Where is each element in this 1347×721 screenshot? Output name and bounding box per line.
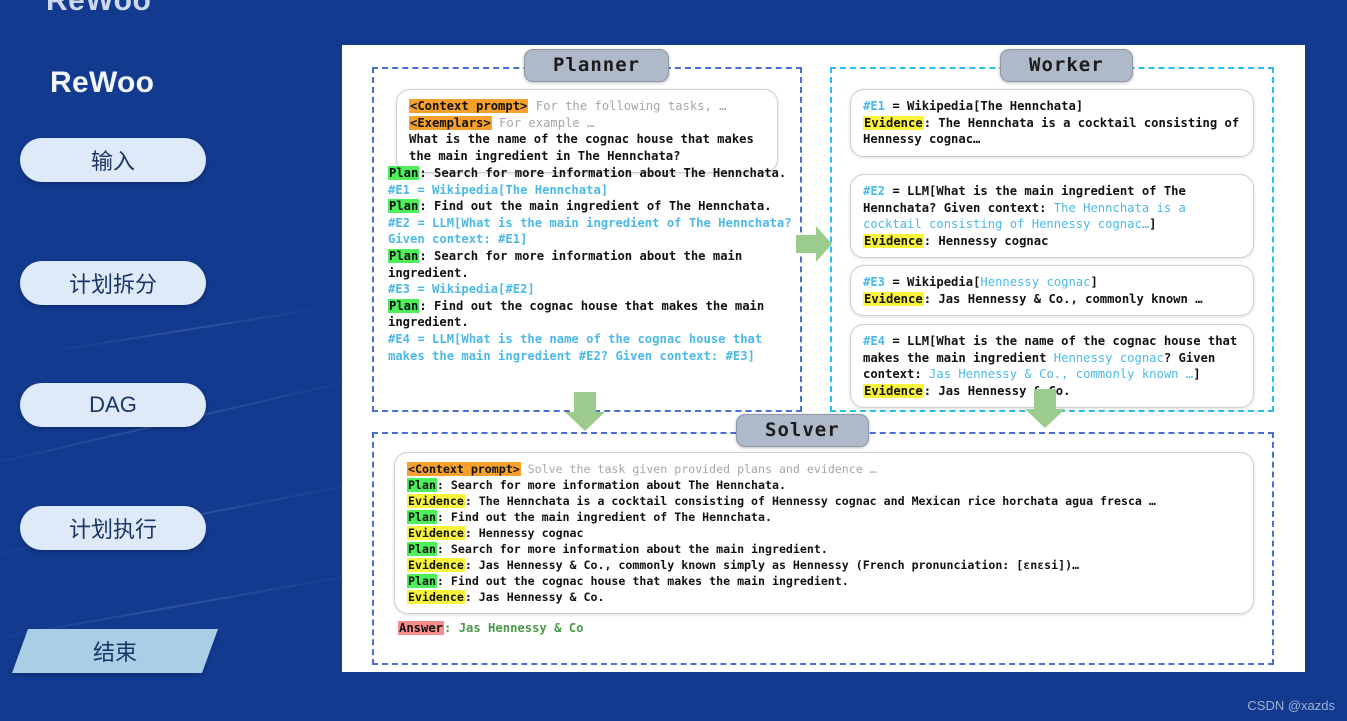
evidence-label: Evidence xyxy=(863,383,924,398)
context-prompt-text: For the following tasks, … xyxy=(535,99,727,113)
solver-line: Plan: Find out the main ingredient of Th… xyxy=(407,509,1241,525)
exemplars-tag: <Exemplars> xyxy=(409,115,492,130)
sidebar-item-plan-split[interactable]: 计划拆分 xyxy=(20,261,206,305)
worker-panel: Worker #E1 = Wikipedia[The Hennchata] Ev… xyxy=(830,49,1274,412)
worker-call-context-ref: Hennessy cognac xyxy=(980,275,1091,289)
arrow-worker-to-solver-icon xyxy=(1022,387,1068,431)
evidence-label: Evidence xyxy=(407,558,465,572)
sidebar-item-dag[interactable]: DAG xyxy=(20,383,206,427)
sidebar-item-label: 输入 xyxy=(90,149,135,174)
plan-label: Plan xyxy=(388,298,420,313)
solver-text: <Context prompt> Solve the task given pr… xyxy=(407,461,1241,605)
solver-line: Evidence: The Hennchata is a cocktail co… xyxy=(407,493,1241,509)
evidence-label: Evidence xyxy=(863,115,924,130)
worker-call-body: = Wikipedia[The Hennchata] xyxy=(885,99,1084,113)
worker-call-tail: ] xyxy=(1149,217,1157,232)
planner-title-badge: Planner xyxy=(524,49,670,82)
arrow-planner-to-solver-icon xyxy=(562,390,608,434)
context-prompt-tag: <Context prompt> xyxy=(409,99,529,113)
plan-label: Plan xyxy=(407,478,437,492)
plan-label: Plan xyxy=(407,510,437,524)
planner-panel: Planner <Context prompt> For the followi… xyxy=(372,49,802,412)
evidence-label: Evidence xyxy=(407,590,465,604)
solver-line-text: : Jas Hennessy & Co., commonly known sim… xyxy=(464,558,1080,572)
plan-label: Plan xyxy=(407,574,437,588)
solver-line-text: : Search for more information about The … xyxy=(436,478,786,492)
plan-label: Plan xyxy=(388,248,420,263)
plan-step-text: : Find out the main ingredient of The He… xyxy=(419,199,772,214)
solver-line-text: : Find out the cognac house that makes t… xyxy=(436,574,849,588)
plan-step-text: : Search for more information about The … xyxy=(419,166,787,180)
worker-call-ref: #E4 xyxy=(863,334,886,348)
solver-title-badge: Solver xyxy=(736,414,869,447)
worker-card-e2: #E2 = LLM[What is the main ingredient of… xyxy=(850,174,1254,259)
planner-prompt-text: <Context prompt> For the following tasks… xyxy=(409,98,765,164)
solver-line: Plan: Search for more information about … xyxy=(407,477,1241,493)
worker-call-context-ref2: Jas Hennessy & Co., commonly known … xyxy=(929,367,1194,382)
sidebar-item-label: DAG xyxy=(89,392,137,417)
solver-line-text: : Jas Hennessy & Co. xyxy=(464,590,605,604)
sidebar-item-label: 计划拆分 xyxy=(68,272,157,297)
worker-call-ref: #E2 xyxy=(863,184,886,198)
solver-line-text: : Find out the main ingredient of The He… xyxy=(436,510,772,524)
evidence-label: Evidence xyxy=(863,291,924,306)
sidebar: ReWoo 输入 计划拆分 DAG 计划执行 结束 xyxy=(0,0,342,721)
solver-line: Evidence: Hennessy cognac xyxy=(407,525,1241,541)
plan-step-call: #E1 = Wikipedia[The Hennchata] xyxy=(388,182,609,197)
worker-call-tail: ] xyxy=(1090,275,1098,289)
context-prompt-text: Solve the task given provided plans and … xyxy=(527,462,877,476)
plan-step-text: : Search for more information about the … xyxy=(388,248,743,280)
sidebar-item-label: 结束 xyxy=(92,640,137,665)
sidebar-item-label: 计划执行 xyxy=(68,517,157,542)
solver-line-text: : The Hennchata is a cocktail consisting… xyxy=(464,494,1156,508)
sidebar-item-plan-execute[interactable]: 计划执行 xyxy=(20,506,206,550)
solver-answer-row: Answer: Jas Hennessy & Co xyxy=(398,620,583,637)
diagram-canvas: Planner <Context prompt> For the followi… xyxy=(342,45,1305,672)
answer-text: : Jas Hennessy & Co xyxy=(444,621,584,635)
context-prompt-tag: <Context prompt> xyxy=(407,462,521,476)
evidence-label: Evidence xyxy=(863,233,924,248)
plan-label: Plan xyxy=(388,166,420,180)
evidence-label: Evidence xyxy=(407,494,465,508)
worker-card-e1: #E1 = Wikipedia[The Hennchata] Evidence:… xyxy=(850,89,1254,157)
solver-line-text: : Hennessy cognac xyxy=(464,526,584,540)
plan-label: Plan xyxy=(388,199,420,214)
solver-line: Plan: Find out the cognac house that mak… xyxy=(407,573,1241,589)
solver-card: <Context prompt> Solve the task given pr… xyxy=(394,452,1254,614)
solver-line: Plan: Search for more information about … xyxy=(407,541,1241,557)
solver-line: Evidence: Jas Hennessy & Co. xyxy=(407,589,1241,605)
plan-step-call: #E2 = LLM[What is the main ingredient of… xyxy=(388,215,792,247)
evidence-label: Evidence xyxy=(407,526,465,540)
worker-call-context-ref: Hennessy cognac xyxy=(1053,350,1164,365)
planner-question: What is the name of the cognac house tha… xyxy=(409,132,754,163)
solver-line: Evidence: Jas Hennessy & Co., commonly k… xyxy=(407,557,1241,573)
brand-title: ReWoo xyxy=(50,66,155,99)
worker-evidence-text: : Hennessy cognac xyxy=(923,233,1049,248)
planner-prompt-card: <Context prompt> For the following tasks… xyxy=(396,89,778,174)
worker-card-e3: #E3 = Wikipedia[Hennessy cognac] Evidenc… xyxy=(850,265,1254,317)
plan-label: Plan xyxy=(407,542,437,556)
sidebar-item-end[interactable]: 结束 xyxy=(11,629,219,673)
arrow-planner-to-worker-icon xyxy=(794,223,834,265)
solver-panel: Solver <Context prompt> Solve the task g… xyxy=(372,414,1274,665)
exemplars-text: For example … xyxy=(499,115,595,130)
solver-context-line: <Context prompt> Solve the task given pr… xyxy=(407,461,1241,477)
watermark: CSDN @xazds xyxy=(1247,698,1335,713)
worker-call-ref: #E3 xyxy=(863,275,886,289)
worker-call-ref: #E1 xyxy=(863,99,886,113)
worker-call-body: = Wikipedia[ xyxy=(885,275,981,289)
answer-label: Answer xyxy=(398,621,445,635)
planner-plan-list: Plan: Search for more information about … xyxy=(388,165,792,364)
plan-step-call: #E3 = Wikipedia[#E2] xyxy=(388,282,535,297)
plan-step-text: : Find out the cognac house that makes t… xyxy=(388,298,765,330)
plan-step-call: #E4 = LLM[What is the name of the cognac… xyxy=(388,331,763,363)
sidebar-item-input[interactable]: 输入 xyxy=(20,138,206,182)
worker-evidence-text: : Jas Hennessy & Co., commonly known … xyxy=(923,291,1203,306)
solver-line-text: : Search for more information about the … xyxy=(436,542,828,556)
worker-call-tail: ] xyxy=(1193,367,1201,382)
worker-title-badge: Worker xyxy=(1000,49,1133,82)
